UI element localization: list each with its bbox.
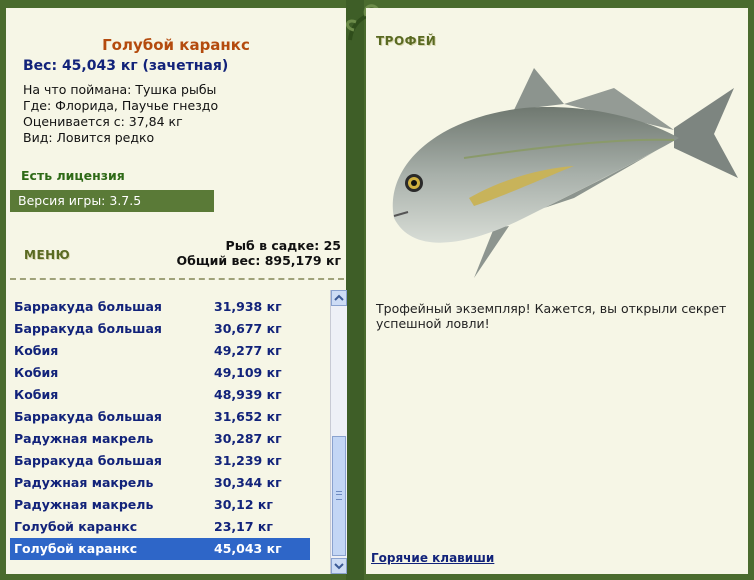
catch-fish-weight: 30,344 кг: [214, 475, 282, 490]
catch-fish-name: Голубой каранкс: [14, 541, 138, 556]
dashed-divider: [10, 278, 344, 280]
catch-fish-name: Барракуда большая: [14, 409, 162, 424]
catch-list-row[interactable]: Кобия 48,939 кг: [10, 384, 310, 406]
catch-fish-weight: 45,043 кг: [214, 541, 282, 556]
catch-fish-weight: 49,109 кг: [214, 365, 282, 380]
version-bar: Версия игры: 3.7.5: [10, 190, 214, 212]
catch-list-row[interactable]: Барракуда большая 31,938 кг: [10, 296, 310, 318]
catch-fish-name: Кобия: [14, 387, 59, 402]
catch-fish-name: Голубой каранкс: [14, 519, 138, 534]
catch-list-row[interactable]: Барракуда большая 31,652 кг: [10, 406, 310, 428]
catch-fish-name: Радужная макрель: [14, 497, 154, 512]
keepnet-stats: Рыб в садке: 25 Общий вес: 895,179 кг: [177, 238, 342, 268]
total-weight: Общий вес: 895,179 кг: [176, 253, 342, 268]
fish-location: Где: Флорида, Паучье гнездо: [23, 98, 219, 113]
fish-rarity: Вид: Ловится редко: [23, 130, 155, 145]
panel-divider: [346, 0, 364, 580]
catch-fish-weight: 31,938 кг: [214, 299, 282, 314]
license-status: Есть лицензия: [21, 168, 125, 183]
chevron-up-icon: [334, 294, 344, 301]
menu-button[interactable]: МЕНЮ: [24, 248, 70, 262]
catch-fish-weight: 49,277 кг: [214, 343, 282, 358]
fish-title: Голубой каранкс: [102, 36, 250, 54]
catch-fish-name: Барракуда большая: [14, 299, 162, 314]
catch-list-row[interactable]: Радужная макрель 30,344 кг: [10, 472, 310, 494]
catch-list-row[interactable]: Барракуда большая 30,677 кг: [10, 318, 310, 340]
chevron-down-icon: [334, 563, 344, 570]
hotkeys-link[interactable]: Горячие клавиши: [371, 551, 494, 565]
catch-list-row[interactable]: Голубой каранкс 23,17 кг: [10, 516, 310, 538]
catch-list[interactable]: Барракуда большая 31,938 кг Барракуда боль…: [10, 288, 328, 574]
fish-count: Рыб в садке: 25: [225, 238, 341, 253]
catch-list-row[interactable]: Голубой каранкс 45,043 кг: [10, 538, 310, 560]
catch-fish-name: Барракуда большая: [14, 453, 162, 468]
fish-weight: Вес: 45,043 кг (зачетная): [23, 58, 229, 74]
catch-fish-weight: 31,652 кг: [214, 409, 282, 424]
trophy-message: Трофейный экземпляр! Кажется, вы открыли…: [376, 301, 727, 331]
catch-list-row[interactable]: Радужная макрель 30,12 кг: [10, 494, 310, 516]
catch-list-row[interactable]: Радужная макрель 30,287 кг: [10, 428, 310, 450]
fish-bait: На что поймана: Тушка рыбы: [23, 82, 217, 97]
trophy-heading: ТРОФЕЙ: [376, 34, 437, 48]
scroll-up-button[interactable]: [331, 290, 347, 306]
catch-fish-weight: 30,287 кг: [214, 431, 282, 446]
catch-fish-name: Кобия: [14, 343, 59, 358]
catch-list-row[interactable]: Барракуда большая 31,239 кг: [10, 450, 310, 472]
scroll-thumb[interactable]: [332, 436, 346, 556]
catch-fish-name: Кобия: [14, 365, 59, 380]
fish-image: [392, 68, 738, 278]
catch-fish-weight: 48,939 кг: [214, 387, 282, 402]
catch-fish-weight: 23,17 кг: [214, 519, 273, 534]
fish-value: Оценивается с: 37,84 кг: [23, 114, 183, 129]
grip-icon: [336, 491, 342, 500]
scroll-down-button[interactable]: [331, 558, 347, 574]
catch-fish-weight: 31,239 кг: [214, 453, 282, 468]
catch-fish-name: Радужная макрель: [14, 475, 154, 490]
catch-list-row[interactable]: Кобия 49,109 кг: [10, 362, 310, 384]
catch-list-row[interactable]: Кобия 49,277 кг: [10, 340, 310, 362]
list-scrollbar[interactable]: [330, 290, 347, 574]
catch-fish-weight: 30,12 кг: [214, 497, 273, 512]
left-panel: Голубой каранкс Вес: 45,043 кг (зачетная…: [6, 8, 347, 574]
catch-fish-name: Барракуда большая: [14, 321, 162, 336]
catch-fish-name: Радужная макрель: [14, 431, 154, 446]
catch-fish-weight: 30,677 кг: [214, 321, 282, 336]
right-panel: ТРОФЕЙ Трофейный экземпляр! Кажется, вы …: [366, 8, 748, 574]
